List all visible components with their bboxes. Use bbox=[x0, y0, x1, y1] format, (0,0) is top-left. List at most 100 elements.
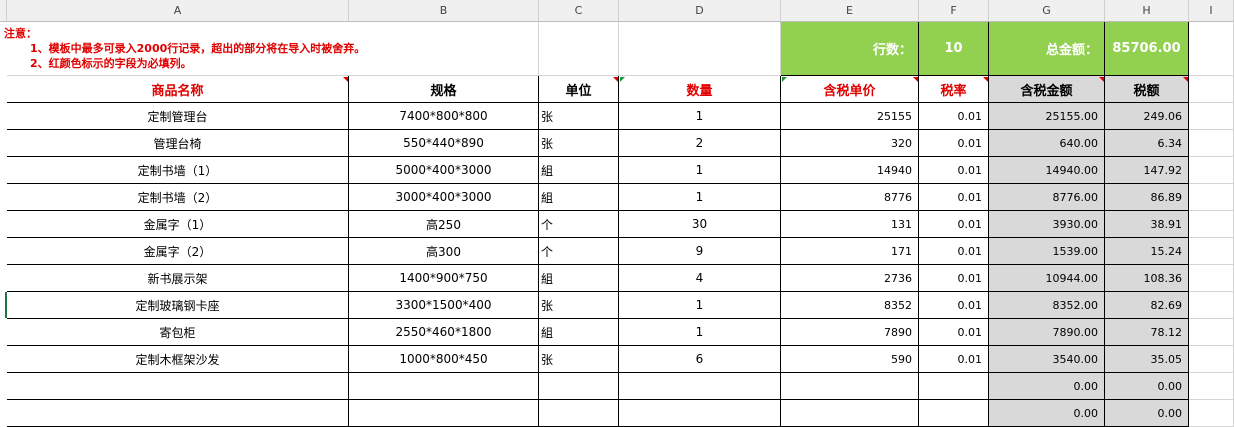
cell-tax[interactable]: 78.12 bbox=[1105, 319, 1189, 346]
cell-qty[interactable]: 1 bbox=[619, 184, 781, 211]
cell-unit[interactable]: 組 bbox=[539, 265, 619, 292]
cell-spec[interactable]: 3300*1500*400 bbox=[349, 292, 539, 319]
header-rate[interactable]: 税率 bbox=[919, 76, 989, 103]
cell-tax[interactable]: 0.00 bbox=[1105, 373, 1189, 400]
cell-amount[interactable]: 7890.00 bbox=[989, 319, 1105, 346]
cell-spec[interactable]: 高250 bbox=[349, 211, 539, 238]
cell-unit[interactable]: 个 bbox=[539, 211, 619, 238]
column-header-g[interactable]: G bbox=[989, 0, 1105, 22]
header-spec[interactable]: 规格 bbox=[349, 76, 539, 103]
cell-amount[interactable]: 8776.00 bbox=[989, 184, 1105, 211]
cell-tax[interactable]: 0.00 bbox=[1105, 400, 1189, 427]
cell-rate[interactable]: 0.01 bbox=[919, 184, 989, 211]
cell-unit[interactable]: 张 bbox=[539, 130, 619, 157]
cell-rate[interactable]: 0.01 bbox=[919, 265, 989, 292]
cell-tax[interactable]: 38.91 bbox=[1105, 211, 1189, 238]
cell-qty[interactable]: 1 bbox=[619, 103, 781, 130]
header-unit[interactable]: 单位 bbox=[539, 76, 619, 103]
cell-name[interactable]: 定制书墙（2） bbox=[7, 184, 349, 211]
cell-rate[interactable]: 0.01 bbox=[919, 292, 989, 319]
cell-spec[interactable]: 2550*460*1800 bbox=[349, 319, 539, 346]
cell-amount[interactable]: 3930.00 bbox=[989, 211, 1105, 238]
cell-unit[interactable]: 张 bbox=[539, 346, 619, 373]
cell-name[interactable] bbox=[7, 400, 349, 427]
cell-spec[interactable] bbox=[349, 400, 539, 427]
cell-rate[interactable]: 0.01 bbox=[919, 319, 989, 346]
cell-qty[interactable]: 9 bbox=[619, 238, 781, 265]
cell-i-row[interactable] bbox=[1189, 103, 1234, 130]
cell-unit[interactable] bbox=[539, 400, 619, 427]
column-header-f[interactable]: F bbox=[919, 0, 989, 22]
cell-price[interactable] bbox=[781, 373, 919, 400]
header-qty[interactable]: 数量 bbox=[619, 76, 781, 103]
cell-c1[interactable] bbox=[539, 22, 619, 76]
cell-price[interactable]: 590 bbox=[781, 346, 919, 373]
cell-name[interactable]: 管理台椅 bbox=[7, 130, 349, 157]
cell-name[interactable]: 新书展示架 bbox=[7, 265, 349, 292]
cell-tax[interactable]: 108.36 bbox=[1105, 265, 1189, 292]
cell-i-row[interactable] bbox=[1189, 184, 1234, 211]
cell-spec[interactable]: 高300 bbox=[349, 238, 539, 265]
cell-i-row[interactable] bbox=[1189, 400, 1234, 427]
cell-i-row[interactable] bbox=[1189, 238, 1234, 265]
cell-price[interactable]: 25155 bbox=[781, 103, 919, 130]
cell-qty[interactable]: 30 bbox=[619, 211, 781, 238]
cell-price[interactable]: 7890 bbox=[781, 319, 919, 346]
cell-qty[interactable]: 4 bbox=[619, 265, 781, 292]
cell-rate[interactable]: 0.01 bbox=[919, 157, 989, 184]
cell-spec[interactable]: 5000*400*3000 bbox=[349, 157, 539, 184]
header-name[interactable]: 商品名称 bbox=[7, 76, 349, 103]
cell-unit[interactable]: 张 bbox=[539, 292, 619, 319]
column-header-i[interactable]: I bbox=[1189, 0, 1234, 22]
cell-spec[interactable]: 1400*900*750 bbox=[349, 265, 539, 292]
cell-amount[interactable]: 8352.00 bbox=[989, 292, 1105, 319]
cell-d1[interactable] bbox=[619, 22, 781, 76]
column-header-c[interactable]: C bbox=[539, 0, 619, 22]
cell-name[interactable]: 定制书墙（1） bbox=[7, 157, 349, 184]
header-amount[interactable]: 含税金额 bbox=[989, 76, 1105, 103]
cell-i-row[interactable] bbox=[1189, 211, 1234, 238]
cell-amount[interactable]: 3540.00 bbox=[989, 346, 1105, 373]
cell-unit[interactable]: 組 bbox=[539, 157, 619, 184]
cell-tax[interactable]: 249.06 bbox=[1105, 103, 1189, 130]
cell-i2[interactable] bbox=[1189, 76, 1234, 103]
cell-name[interactable]: 寄包柜 bbox=[7, 319, 349, 346]
cell-qty[interactable]: 6 bbox=[619, 346, 781, 373]
cell-unit[interactable] bbox=[539, 373, 619, 400]
cell-rate[interactable] bbox=[919, 400, 989, 427]
cell-spec[interactable]: 1000*800*450 bbox=[349, 346, 539, 373]
cell-i-row[interactable] bbox=[1189, 130, 1234, 157]
cell-price[interactable]: 171 bbox=[781, 238, 919, 265]
cell-name[interactable]: 定制玻璃钢卡座 bbox=[7, 292, 349, 319]
cell-unit[interactable]: 张 bbox=[539, 103, 619, 130]
cell-qty[interactable]: 2 bbox=[619, 130, 781, 157]
header-price[interactable]: 含税单价 bbox=[781, 76, 919, 103]
cell-i-row[interactable] bbox=[1189, 373, 1234, 400]
cell-tax[interactable]: 6.34 bbox=[1105, 130, 1189, 157]
column-header-a[interactable]: A bbox=[7, 0, 349, 22]
cell-price[interactable]: 131 bbox=[781, 211, 919, 238]
column-header-b[interactable]: B bbox=[349, 0, 539, 22]
cell-price[interactable] bbox=[781, 400, 919, 427]
cell-tax[interactable]: 35.05 bbox=[1105, 346, 1189, 373]
row-count-label[interactable]: 行数： bbox=[781, 22, 919, 76]
cell-i-row[interactable] bbox=[1189, 157, 1234, 184]
cell-rate[interactable]: 0.01 bbox=[919, 103, 989, 130]
cell-qty[interactable]: 1 bbox=[619, 157, 781, 184]
cell-amount[interactable]: 14940.00 bbox=[989, 157, 1105, 184]
cell-i1[interactable] bbox=[1189, 22, 1234, 76]
cell-name[interactable]: 金属字（2） bbox=[7, 238, 349, 265]
cell-qty[interactable]: 1 bbox=[619, 292, 781, 319]
total-amount-label[interactable]: 总金额： bbox=[989, 22, 1105, 76]
cell-tax[interactable]: 86.89 bbox=[1105, 184, 1189, 211]
row-count-value[interactable]: 10 bbox=[919, 22, 989, 76]
cell-tax[interactable]: 147.92 bbox=[1105, 157, 1189, 184]
cell-i-row[interactable] bbox=[1189, 292, 1234, 319]
total-amount-value[interactable]: 85706.00 bbox=[1105, 22, 1189, 76]
cell-qty[interactable] bbox=[619, 373, 781, 400]
cell-name[interactable]: 定制管理台 bbox=[7, 103, 349, 130]
cell-rate[interactable]: 0.01 bbox=[919, 211, 989, 238]
cell-amount[interactable]: 0.00 bbox=[989, 400, 1105, 427]
cell-name[interactable]: 定制木框架沙发 bbox=[7, 346, 349, 373]
cell-amount[interactable]: 25155.00 bbox=[989, 103, 1105, 130]
